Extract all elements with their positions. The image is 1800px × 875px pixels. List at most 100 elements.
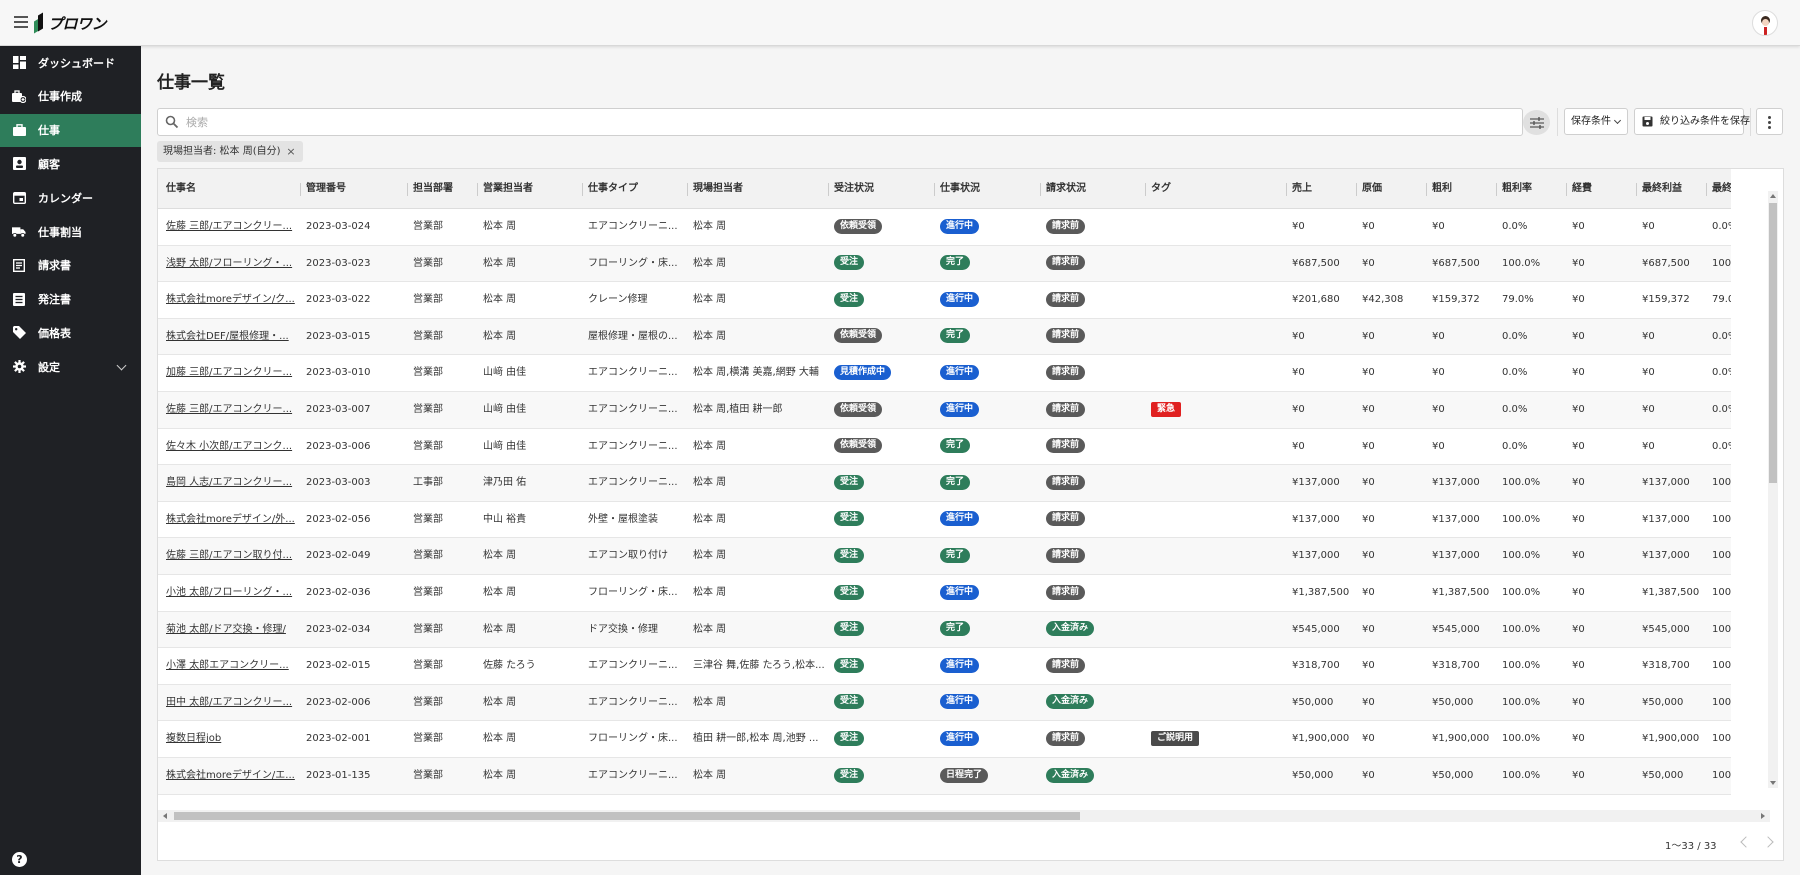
sidebar-item-6[interactable]: 請求書 [0,249,141,282]
table-row[interactable]: 島岡 人志/エアコンクリー... 2023-03-003 工事部 津乃田 佑 エアコンク… [158,465,1731,502]
column-divider[interactable] [1356,183,1357,196]
column-header[interactable]: 管理番号 [306,169,406,208]
filter-settings-button[interactable] [1523,110,1550,135]
table-row[interactable]: 小池 太郎/フローリング・... 2023-02-036 営業部 松本 周 フローリング… [158,575,1731,612]
column-divider[interactable] [1426,183,1427,196]
table-cell: 100. [1712,660,1731,672]
job-name-link[interactable]: 株式会社moreデザイン/外... [166,502,296,538]
table-row[interactable]: 佐藤 三郎/エアコンクリー... 2023-03-024 営業部 松本 周 エアコンクリ… [158,209,1731,246]
table-cell: 2023-03-007 [306,404,371,415]
table-cell: 津乃田 佑 [483,477,527,489]
column-header[interactable]: 請求状況 [1046,169,1146,208]
table-row[interactable]: 佐藤 三郎/エアコン取り付... 2023-02-049 営業部 松本 周 エアコン取り… [158,538,1731,575]
table-row[interactable]: 株式会社DEF/屋根修理・... 2023-03-015 営業部 松本 周 屋根修理・屋… [158,318,1731,356]
table-cell: 営業部 [413,733,443,745]
table-row[interactable]: 株式会社moreデザイン/外... 2023-02-056 営業部 中山 裕貴 外壁・屋… [158,501,1731,539]
column-divider[interactable] [582,183,583,196]
job-name-link[interactable]: 菊池 太郎/ドア交換・修理/ [166,612,296,648]
column-header[interactable]: 経費 [1572,169,1637,208]
table-cell: 2023-02-034 [306,623,371,635]
table-cell: ¥137,000 [1292,513,1340,525]
job-name-link[interactable]: 小池 太郎/フローリング・... [166,575,296,611]
sidebar-item-2[interactable]: 仕事 [0,113,141,147]
job-name-link[interactable]: 複数日程job [166,721,296,757]
status-badge: 進行中 [940,364,980,380]
column-header[interactable]: 仕事タイプ [588,169,688,208]
user-avatar[interactable] [1752,10,1778,36]
table-row[interactable]: 株式会社moreデザイン/エ... 2023-01-135 営業部 松本 周 エアコンク… [158,758,1731,795]
status-cell: 請求前 [1046,209,1146,245]
save-filter-button[interactable]: 絞り込み条件を保存 [1634,108,1750,135]
column-divider[interactable] [1145,183,1146,196]
column-header[interactable]: 担当部署 [413,169,478,208]
job-name-link[interactable]: 小澤 太郎エアコンクリー... [166,648,296,684]
column-header[interactable]: 最終利益 [1642,169,1707,208]
table-cell: ¥0 [1362,770,1375,781]
table-row[interactable]: 浅野 太郎/フローリング・... 2023-03-023 営業部 松本 周 フローリング… [158,245,1731,283]
column-header[interactable]: 営業担当者 [483,169,583,208]
app-logo[interactable]: プロワン [34,12,107,34]
column-header[interactable]: 売上 [1292,169,1357,208]
table-row[interactable]: 小澤 太郎エアコンクリー... 2023-02-015 営業部 佐藤 たろう エアコンク… [158,648,1731,685]
column-divider[interactable] [300,183,301,196]
job-name-link[interactable]: 島岡 人志/エアコンクリー... [166,465,296,501]
horizontal-scrollbar[interactable] [158,810,1770,822]
column-header[interactable]: 受注状況 [834,169,934,208]
hamburger-menu-icon[interactable] [14,16,28,28]
job-name-link[interactable]: 田中 太郎/エアコンクリー... [166,685,296,721]
table-row[interactable]: 菊池 太郎/ドア交換・修理/2023-02-034 営業部 松本 周 ドア交換・修理 松… [158,611,1731,649]
column-divider[interactable] [1040,183,1041,196]
job-name-link[interactable]: 株式会社moreデザイン/エ... [166,758,296,794]
sidebar-item-7[interactable]: 発注書 [0,283,141,316]
column-divider[interactable] [828,183,829,196]
sidebar-item-9[interactable]: 設定 [0,350,141,383]
table-row[interactable]: 佐々木 小次郎/エアコンク... 2023-03-006 営業部 山﨑 由佳 エアコンク… [158,428,1731,466]
column-header[interactable]: 粗利率 [1502,169,1567,208]
job-name-link[interactable]: 加藤 三郎/エアコンクリー... [166,355,296,391]
close-icon[interactable]: × [286,141,295,162]
column-header[interactable]: 現場担当者 [693,169,828,208]
table-row[interactable]: 佐藤 三郎/エアコンクリー... 2023-03-007 営業部 山﨑 由佳 エアコンク… [158,392,1731,429]
job-name-link[interactable]: 株式会社DEF/屋根修理・... [166,319,296,355]
tag-cell [1151,429,1281,465]
job-name-link[interactable]: 佐々木 小次郎/エアコンク... [166,429,296,465]
help-icon[interactable]: ? [12,852,27,867]
column-header[interactable]: 粗利 [1432,169,1497,208]
table-cell: ¥0 [1432,330,1445,342]
sidebar-item-3[interactable]: 顧客 [0,147,141,180]
job-name-link[interactable]: 佐藤 三郎/エアコン取り付... [166,538,296,574]
table-row[interactable]: 株式会社moreデザイン/ク... 2023-03-022 営業部 松本 周 クレーン修… [158,282,1731,319]
sidebar-item-1[interactable]: 仕事作成 [0,80,141,113]
table-row[interactable]: 複数日程job 2023-02-001 営業部 松本 周 フローリング・床... 植田 耕… [158,721,1731,758]
column-divider[interactable] [934,183,935,196]
job-name-link[interactable]: 佐藤 三郎/エアコンクリー... [166,209,296,245]
column-divider[interactable] [1566,183,1567,196]
column-header[interactable]: タグ [1151,169,1281,208]
column-header[interactable]: 仕事状況 [940,169,1040,208]
job-name-link[interactable]: 浅野 太郎/フローリング・... [166,246,296,282]
vertical-scrollbar[interactable] [1768,191,1778,788]
column-divider[interactable] [687,183,688,196]
column-divider[interactable] [1636,183,1637,196]
more-options-button[interactable] [1756,108,1783,135]
job-name-link[interactable]: 株式会社moreデザイン/ク... [166,282,296,318]
table-row[interactable]: 田中 太郎/エアコンクリー... 2023-02-006 営業部 松本 周 エアコンクリ… [158,684,1731,722]
column-divider[interactable] [1706,183,1707,196]
sidebar-item-0[interactable]: ダッシュボード [0,46,141,79]
sidebar-item-8[interactable]: 価格表 [0,316,141,349]
search-input[interactable] [186,112,1466,132]
sidebar-item-5[interactable]: 仕事割当 [0,215,141,248]
column-header[interactable]: 仕事名 [166,169,296,208]
job-name-link[interactable]: 佐藤 三郎/エアコンクリー... [166,392,296,428]
table-row[interactable]: 加藤 三郎/エアコンクリー... 2023-03-010 営業部 山﨑 由佳 エアコンク… [158,355,1731,392]
column-divider[interactable] [407,183,408,196]
column-header[interactable]: 最終 [1712,169,1731,208]
column-divider[interactable] [1496,183,1497,196]
column-divider[interactable] [1286,183,1287,196]
table-cell: 松本 周 [693,477,727,489]
sidebar-item-4[interactable]: カレンダー [0,181,141,214]
column-divider[interactable] [477,183,478,196]
column-header[interactable]: 原価 [1362,169,1427,208]
divider [1750,108,1751,136]
saved-conditions-dropdown[interactable]: 保存条件 [1564,108,1628,135]
